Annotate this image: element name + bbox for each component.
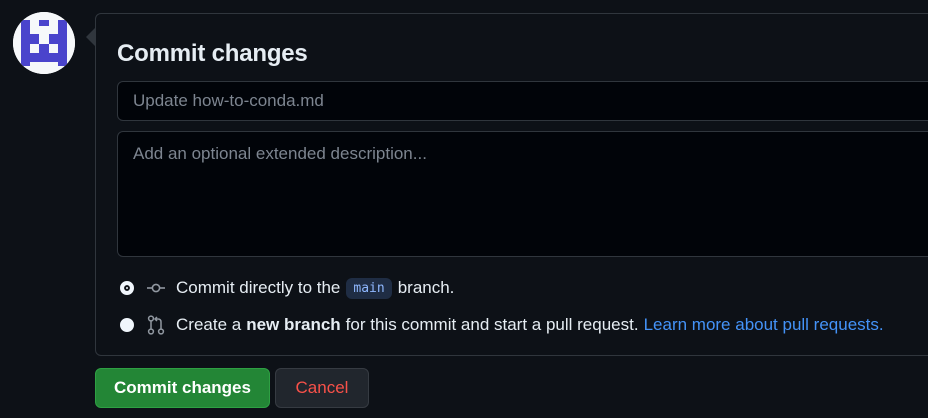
avatar[interactable] — [13, 12, 75, 74]
commit-description-input[interactable] — [117, 131, 928, 257]
option-commit-directly[interactable]: Commit directly to the main branch. — [120, 276, 454, 300]
branch-name-badge: main — [346, 277, 392, 299]
panel-pointer — [86, 28, 95, 46]
new-branch-bold: new branch — [246, 315, 341, 334]
identicon-avatar-icon — [13, 12, 75, 74]
commit-summary-input[interactable] — [117, 81, 928, 121]
git-commit-icon — [146, 278, 166, 298]
commit-panel: Commit changes Commit directly to the ma… — [95, 13, 928, 356]
commit-directly-suffix: branch. — [397, 278, 455, 297]
new-branch-prefix: Create a — [176, 315, 242, 334]
commit-directly-radio[interactable] — [120, 281, 134, 295]
git-pull-request-icon — [146, 315, 166, 335]
panel-title: Commit changes — [117, 40, 308, 67]
cancel-button[interactable]: Cancel — [275, 368, 369, 408]
learn-more-pull-requests-link[interactable]: Learn more about pull requests. — [644, 315, 884, 335]
new-branch-suffix: for this commit and start a pull request… — [345, 315, 639, 334]
commit-directly-text: Commit directly to the — [176, 278, 341, 297]
commit-changes-button[interactable]: Commit changes — [95, 368, 270, 408]
new-branch-radio[interactable] — [120, 318, 134, 332]
commit-page: Commit changes Commit directly to the ma… — [0, 0, 928, 418]
option-new-branch[interactable]: Create a new branch for this commit and … — [120, 313, 884, 337]
